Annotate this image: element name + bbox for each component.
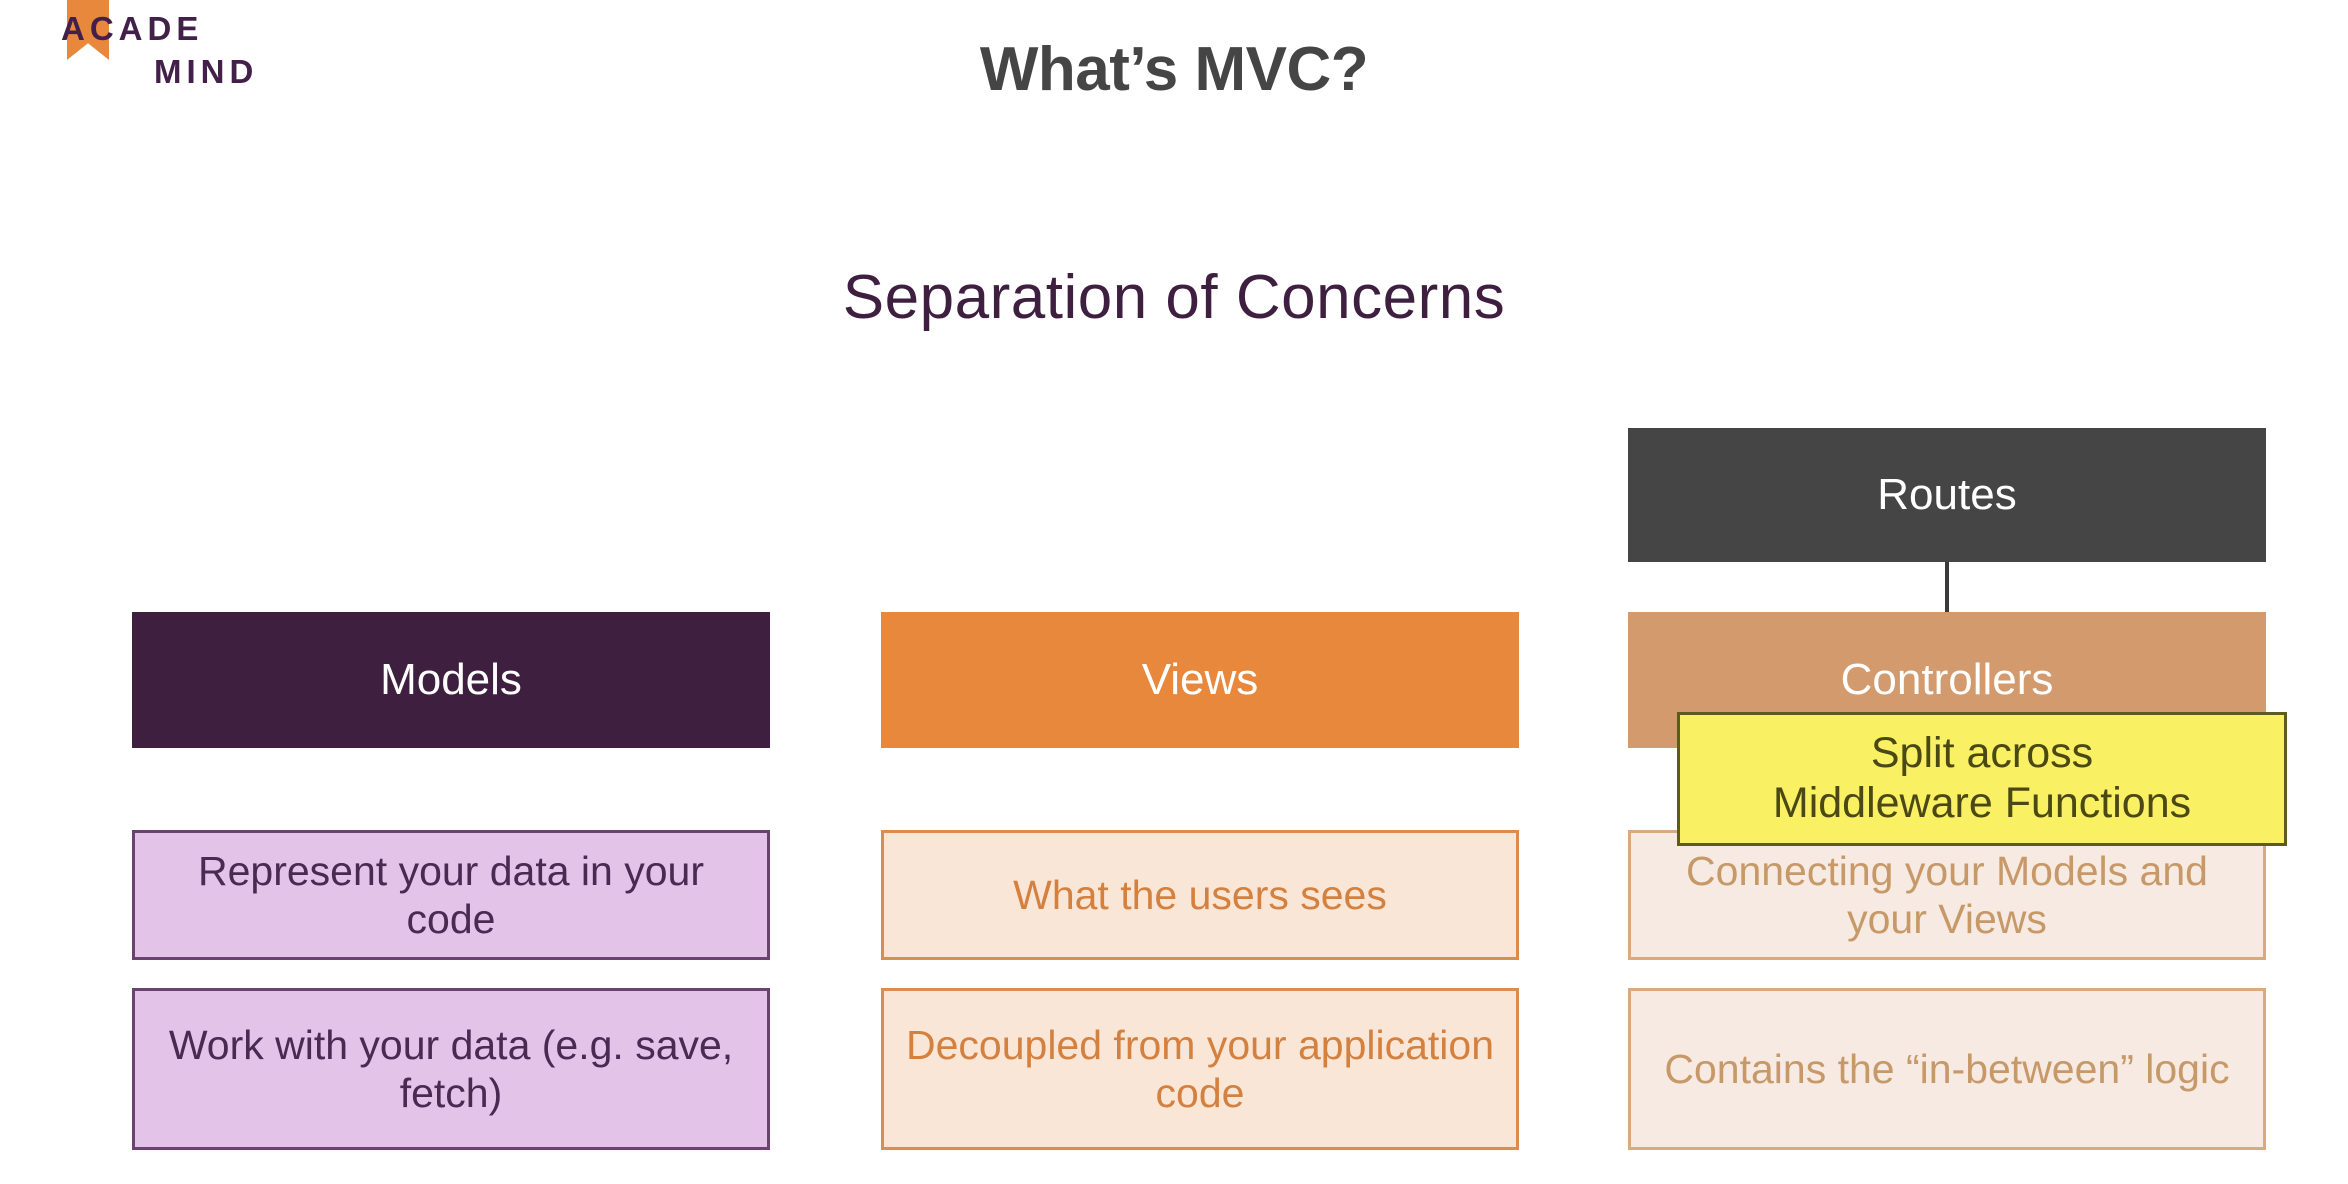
- detail-box-controllers-1: Connecting your Models and your Views: [1628, 830, 2266, 960]
- detail-box-models-2: Work with your data (e.g. save, fetch): [132, 988, 770, 1150]
- sticky-note-line-1: Split across: [1870, 729, 2094, 778]
- column-header-models: Models: [132, 612, 770, 748]
- detail-text: What the users sees: [1013, 871, 1387, 918]
- detail-text: Represent your data in your code: [198, 847, 704, 942]
- detail-text: Connecting your Models and your Views: [1686, 847, 2208, 942]
- detail-text: Contains the “in-between” logic: [1664, 1045, 2230, 1092]
- detail-text: Work with your data (e.g. save, fetch): [168, 1021, 734, 1116]
- detail-box-controllers-2: Contains the “in-between” logic: [1628, 988, 2266, 1150]
- routes-box: Routes: [1628, 428, 2266, 562]
- column-header-label-controllers: Controllers: [1840, 655, 2054, 704]
- detail-text: Decoupled from your application code: [906, 1021, 1494, 1116]
- column-views: Views What the users sees Decoupled from…: [881, 612, 1519, 1150]
- column-header-label-models: Models: [380, 655, 522, 704]
- sticky-note-annotation: Split across Middleware Functions: [1677, 712, 2287, 846]
- detail-box-models-1: Represent your data in your code: [132, 830, 770, 960]
- slide-title: What’s MVC?: [979, 35, 1369, 104]
- routes-to-controllers-connector: [1945, 562, 1949, 614]
- routes-label: Routes: [1877, 470, 2017, 519]
- column-header-views: Views: [881, 612, 1519, 748]
- column-models: Models Represent your data in your code …: [132, 612, 770, 1150]
- detail-box-views-2: Decoupled from your application code: [881, 988, 1519, 1150]
- detail-box-views-1: What the users sees: [881, 830, 1519, 960]
- slide-subtitle: Separation of Concerns: [842, 263, 1506, 332]
- sticky-note-line-2: Middleware Functions: [1772, 779, 2192, 827]
- column-header-label-views: Views: [1141, 655, 1259, 704]
